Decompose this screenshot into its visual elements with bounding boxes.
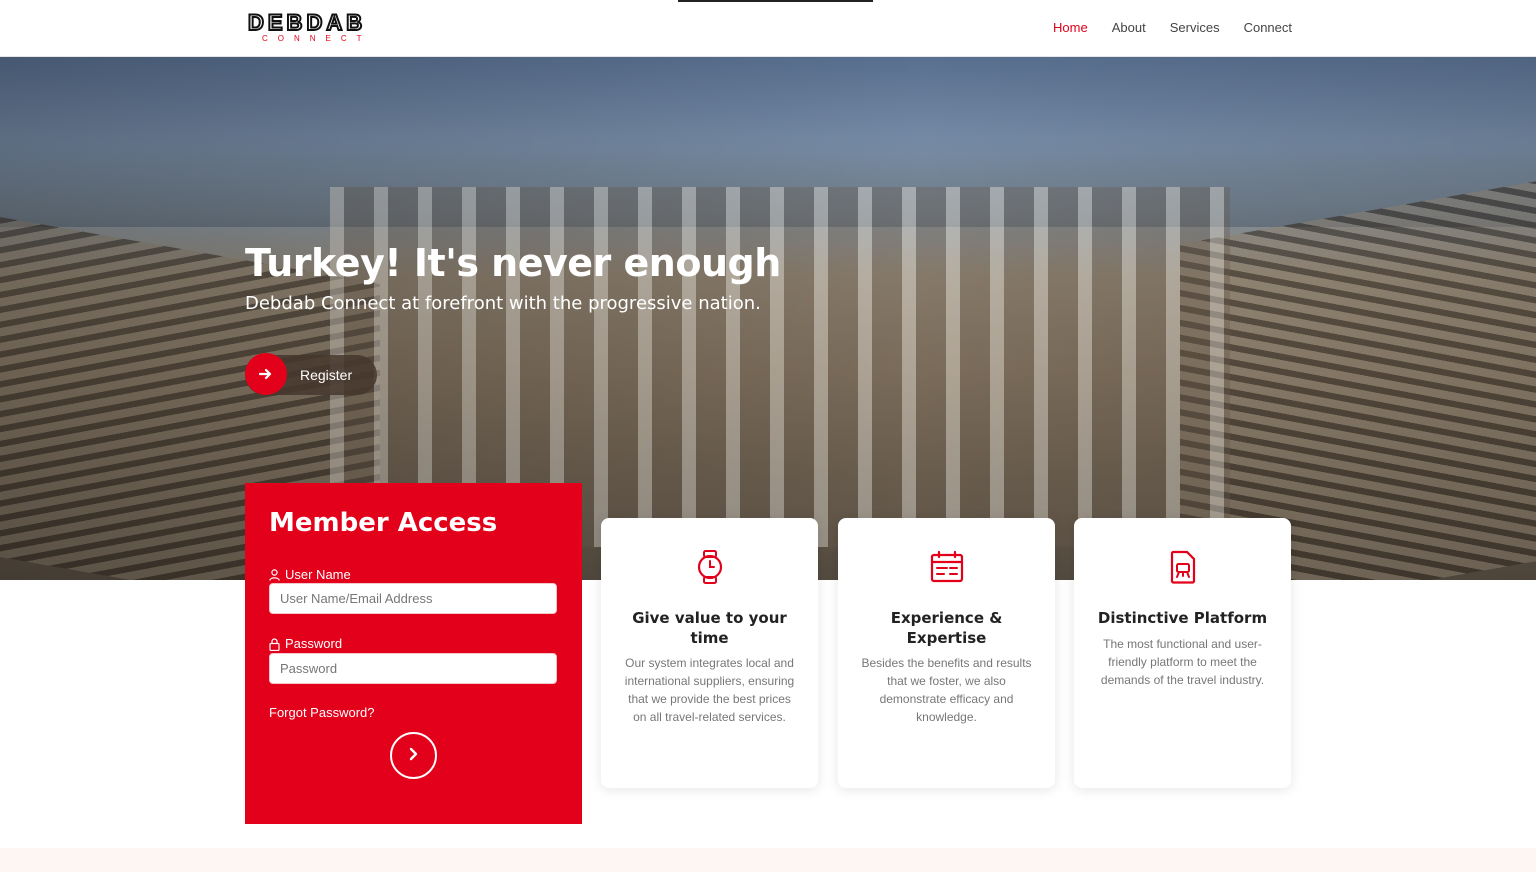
card-text: Besides the benefits and results that we… [861,656,1032,724]
feature-card-platform: Distinctive Platform The most functional… [1074,518,1291,788]
login-submit-button[interactable] [390,732,437,779]
user-icon [269,569,280,581]
site-logo[interactable]: DEBDAB CONNECT [247,10,418,44]
hero-subtitle: Debdab Connect at forefront with the pro… [245,293,761,314]
forgot-password-link[interactable]: Forgot Password? [269,705,375,721]
hero-title: Turkey! It's never enough [245,241,781,285]
member-access-title: Member Access [269,508,498,538]
site-header: DEBDAB CONNECT Home About Services Conne… [0,0,1536,57]
password-label: Password [269,636,342,652]
password-label-text: Password [285,636,343,651]
top-strip [678,0,873,2]
lock-icon [269,638,280,652]
card-title: Give value to your time [632,609,787,647]
password-input[interactable] [269,653,557,684]
username-label-text: User Name [285,567,351,582]
logo-main-text: DEBDAB [247,10,367,35]
feature-card-experience: Experience & Expertise Besides the benef… [838,518,1055,788]
main-nav: Home About Services Connect [1053,20,1292,36]
nav-about[interactable]: About [1112,20,1146,36]
calendar-icon [930,550,964,584]
watch-icon [693,550,727,584]
chevron-right-icon [408,746,420,765]
logo-sub-text: CONNECT [262,34,372,43]
username-label: User Name [269,567,351,583]
arrow-right-icon [245,353,287,395]
card-text: Our system integrates local and internat… [624,656,795,724]
member-access-panel: Member Access User Name Password Forgot … [245,483,582,824]
hero-shade [0,57,1536,580]
card-text: The most functional and user-friendly pl… [1100,637,1265,687]
register-button[interactable]: Register [245,353,377,395]
card-title: Experience & Expertise [890,609,1003,647]
nav-services[interactable]: Services [1170,20,1220,36]
feature-card-time: Give value to your time Our system integ… [601,518,818,788]
card-title: Distinctive Platform [1097,609,1268,627]
nav-connect[interactable]: Connect [1244,20,1292,36]
nav-home[interactable]: Home [1053,20,1088,36]
username-input[interactable] [269,583,557,614]
register-label: Register [300,367,353,383]
platform-icon [1166,550,1200,584]
footer-band [0,848,1536,872]
hero-banner [0,57,1536,580]
